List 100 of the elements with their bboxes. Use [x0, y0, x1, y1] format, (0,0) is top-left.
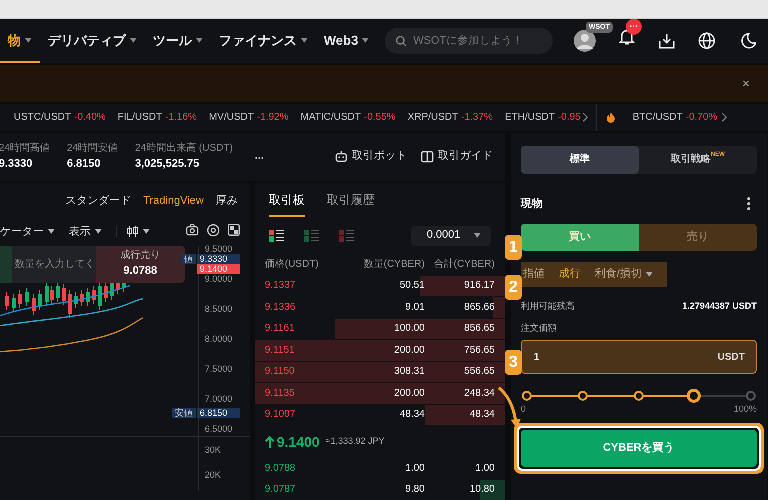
order-type-tab[interactable]: 成行	[559, 266, 581, 283]
chevron-right-icon[interactable]	[722, 112, 727, 122]
chart-tab[interactable]: 厚み	[216, 192, 238, 210]
orderbook-row[interactable]: 9.1337 50.51 916.17	[255, 276, 505, 296]
slider-step[interactable]	[634, 391, 644, 402]
orderbook-view-icon[interactable]	[269, 230, 284, 242]
price-tag: 9.1400	[197, 264, 240, 274]
orderbook-row[interactable]: 9.1161 100.00 856.65	[255, 318, 505, 340]
toolbar-dropdown[interactable]: 表示	[69, 224, 102, 240]
step-number: 2	[505, 275, 522, 300]
ticker-item[interactable]: ETH/USDT -0.95	[505, 110, 581, 125]
ticker-item[interactable]: USTC/USDT -0.40%	[14, 110, 106, 125]
more-vertical-icon[interactable]	[747, 196, 751, 211]
robot-icon	[335, 150, 348, 164]
price-tag: 6.8150	[197, 408, 240, 418]
slider-min-label: 0	[521, 403, 526, 416]
axis-label: 8.0000	[205, 334, 233, 344]
axis-label: 9.0000	[205, 274, 233, 284]
axis-label: 9.5000	[205, 244, 233, 254]
camera-icon[interactable]	[186, 224, 199, 237]
last-price-jpy: ≈1,333.92 JPY	[326, 435, 385, 448]
nav-menu-item[interactable]: デリバティブ	[40, 19, 145, 64]
precision-dropdown[interactable]: 0.0001	[411, 226, 491, 246]
close-button[interactable]: ×	[742, 74, 750, 94]
slider-thumb[interactable]	[687, 389, 701, 404]
orderbook-row[interactable]: 9.0788 1.00 1.00	[255, 458, 505, 479]
bot-button[interactable]: 取引ボット	[335, 148, 407, 165]
globe-icon[interactable]	[698, 32, 716, 50]
orderbook-row[interactable]: 9.1150 308.31 556.65	[255, 362, 505, 382]
balance-value: 1.27944387 USDT	[682, 300, 757, 314]
axis-label: 8.5000	[205, 304, 233, 314]
ticker-item[interactable]: FIL/USDT -1.16%	[118, 110, 198, 125]
more-button[interactable]: ...	[255, 148, 264, 165]
balance-label: 利用可能残高	[521, 300, 575, 314]
guide-button[interactable]: 取引ガイド	[421, 148, 493, 165]
buy-strip	[0, 246, 12, 283]
chevron-right-icon[interactable]	[582, 112, 588, 122]
candle-type-button[interactable]	[116, 226, 150, 238]
chart-tab[interactable]: スタンダード	[65, 192, 132, 210]
avatar-icon[interactable]	[574, 30, 596, 52]
book-icon	[421, 150, 434, 163]
orderbook-row[interactable]: 9.1135 200.00 248.34	[255, 383, 505, 404]
unit-label: USDT	[718, 351, 745, 366]
column-header: 合計(CYBER)	[432, 258, 495, 272]
axis-label: 7.0000	[205, 394, 233, 404]
step-number: 1	[505, 235, 522, 260]
orderbook-tab[interactable]: 取引履歴	[327, 190, 375, 217]
stat-label: 24時間出来高 (USDT)	[135, 142, 234, 156]
toolbar-dropdown[interactable]: ケーター	[0, 224, 55, 240]
orderbook-tab[interactable]: 取引板	[269, 190, 305, 217]
panel-title: 現物	[521, 196, 543, 212]
slider-track[interactable]	[522, 389, 756, 404]
chart-tab[interactable]: TradingView	[143, 192, 204, 210]
bell-icon[interactable]	[618, 28, 636, 46]
stat-value: 3,025,525.75	[135, 156, 200, 172]
axis-label: 30K	[205, 444, 222, 457]
price-tag-label: 安値	[172, 408, 196, 418]
last-price: 9.1400	[265, 432, 320, 453]
settings-icon[interactable]	[207, 224, 220, 237]
ticker-item[interactable]: MATIC/USDT -0.55%	[300, 110, 396, 125]
order-type-tab[interactable]: 利食/損切	[595, 266, 654, 283]
column-header: 数量(CYBER)	[362, 258, 425, 272]
axis-label: 7.5000	[205, 364, 233, 374]
market-sell-button[interactable]: 成行売り 9.0788	[96, 246, 185, 283]
ticker-item[interactable]: MV/USDT -1.92%	[209, 110, 289, 125]
amount-label: 注文価額	[521, 322, 558, 335]
nav-menu-item[interactable]: ファイナンス	[211, 19, 316, 64]
mode-tab[interactable]: 標準	[521, 146, 639, 174]
nav-menu-item[interactable]: 物	[0, 19, 40, 64]
slider-step[interactable]	[522, 391, 532, 402]
caret-icon	[48, 229, 55, 234]
candles-icon	[127, 226, 139, 238]
axis-label: 6.5000	[205, 424, 233, 434]
axis-label: 20K	[205, 469, 222, 482]
column-header: 価格(USDT)	[265, 258, 320, 272]
nav-menu-item[interactable]: ツール	[145, 19, 211, 64]
orderbook-row[interactable]: 9.1336 9.01 865.66	[255, 297, 505, 318]
caret-icon	[95, 229, 102, 234]
search-field[interactable]: WSOTに参加しよう！	[385, 28, 554, 54]
caret-icon	[474, 233, 481, 238]
price-tag-label: 値	[181, 254, 196, 264]
order-type-tab[interactable]: 指値	[523, 266, 545, 283]
slider-step[interactable]	[578, 391, 588, 402]
search-icon	[396, 36, 408, 48]
stat-label: 24時間安値	[67, 142, 118, 156]
quantity-field[interactable]: 数量を入力してく	[12, 246, 96, 283]
orderbook-row[interactable]: 9.1151 200.00 756.65	[255, 340, 505, 361]
arrow-up-icon	[265, 436, 275, 448]
download-icon[interactable]	[658, 32, 676, 50]
ticker-item[interactable]: XRP/USDT -1.37%	[408, 110, 494, 125]
step-number: 3	[505, 350, 522, 375]
fullscreen-icon[interactable]	[228, 224, 240, 237]
orderbook-row[interactable]: 9.0787 9.80 10.80	[255, 480, 505, 500]
orderbook-row[interactable]: 9.1097 48.34 48.34	[255, 404, 505, 426]
price-tag: 9.3330	[197, 254, 240, 264]
stat-value: 6.8150	[67, 156, 102, 172]
flame-icon	[606, 112, 615, 123]
ticker-item[interactable]: BTC/USDT -0.70%	[632, 110, 718, 125]
nav-menu-item[interactable]: Web3	[316, 19, 378, 64]
notification-badge: ···	[626, 19, 642, 36]
